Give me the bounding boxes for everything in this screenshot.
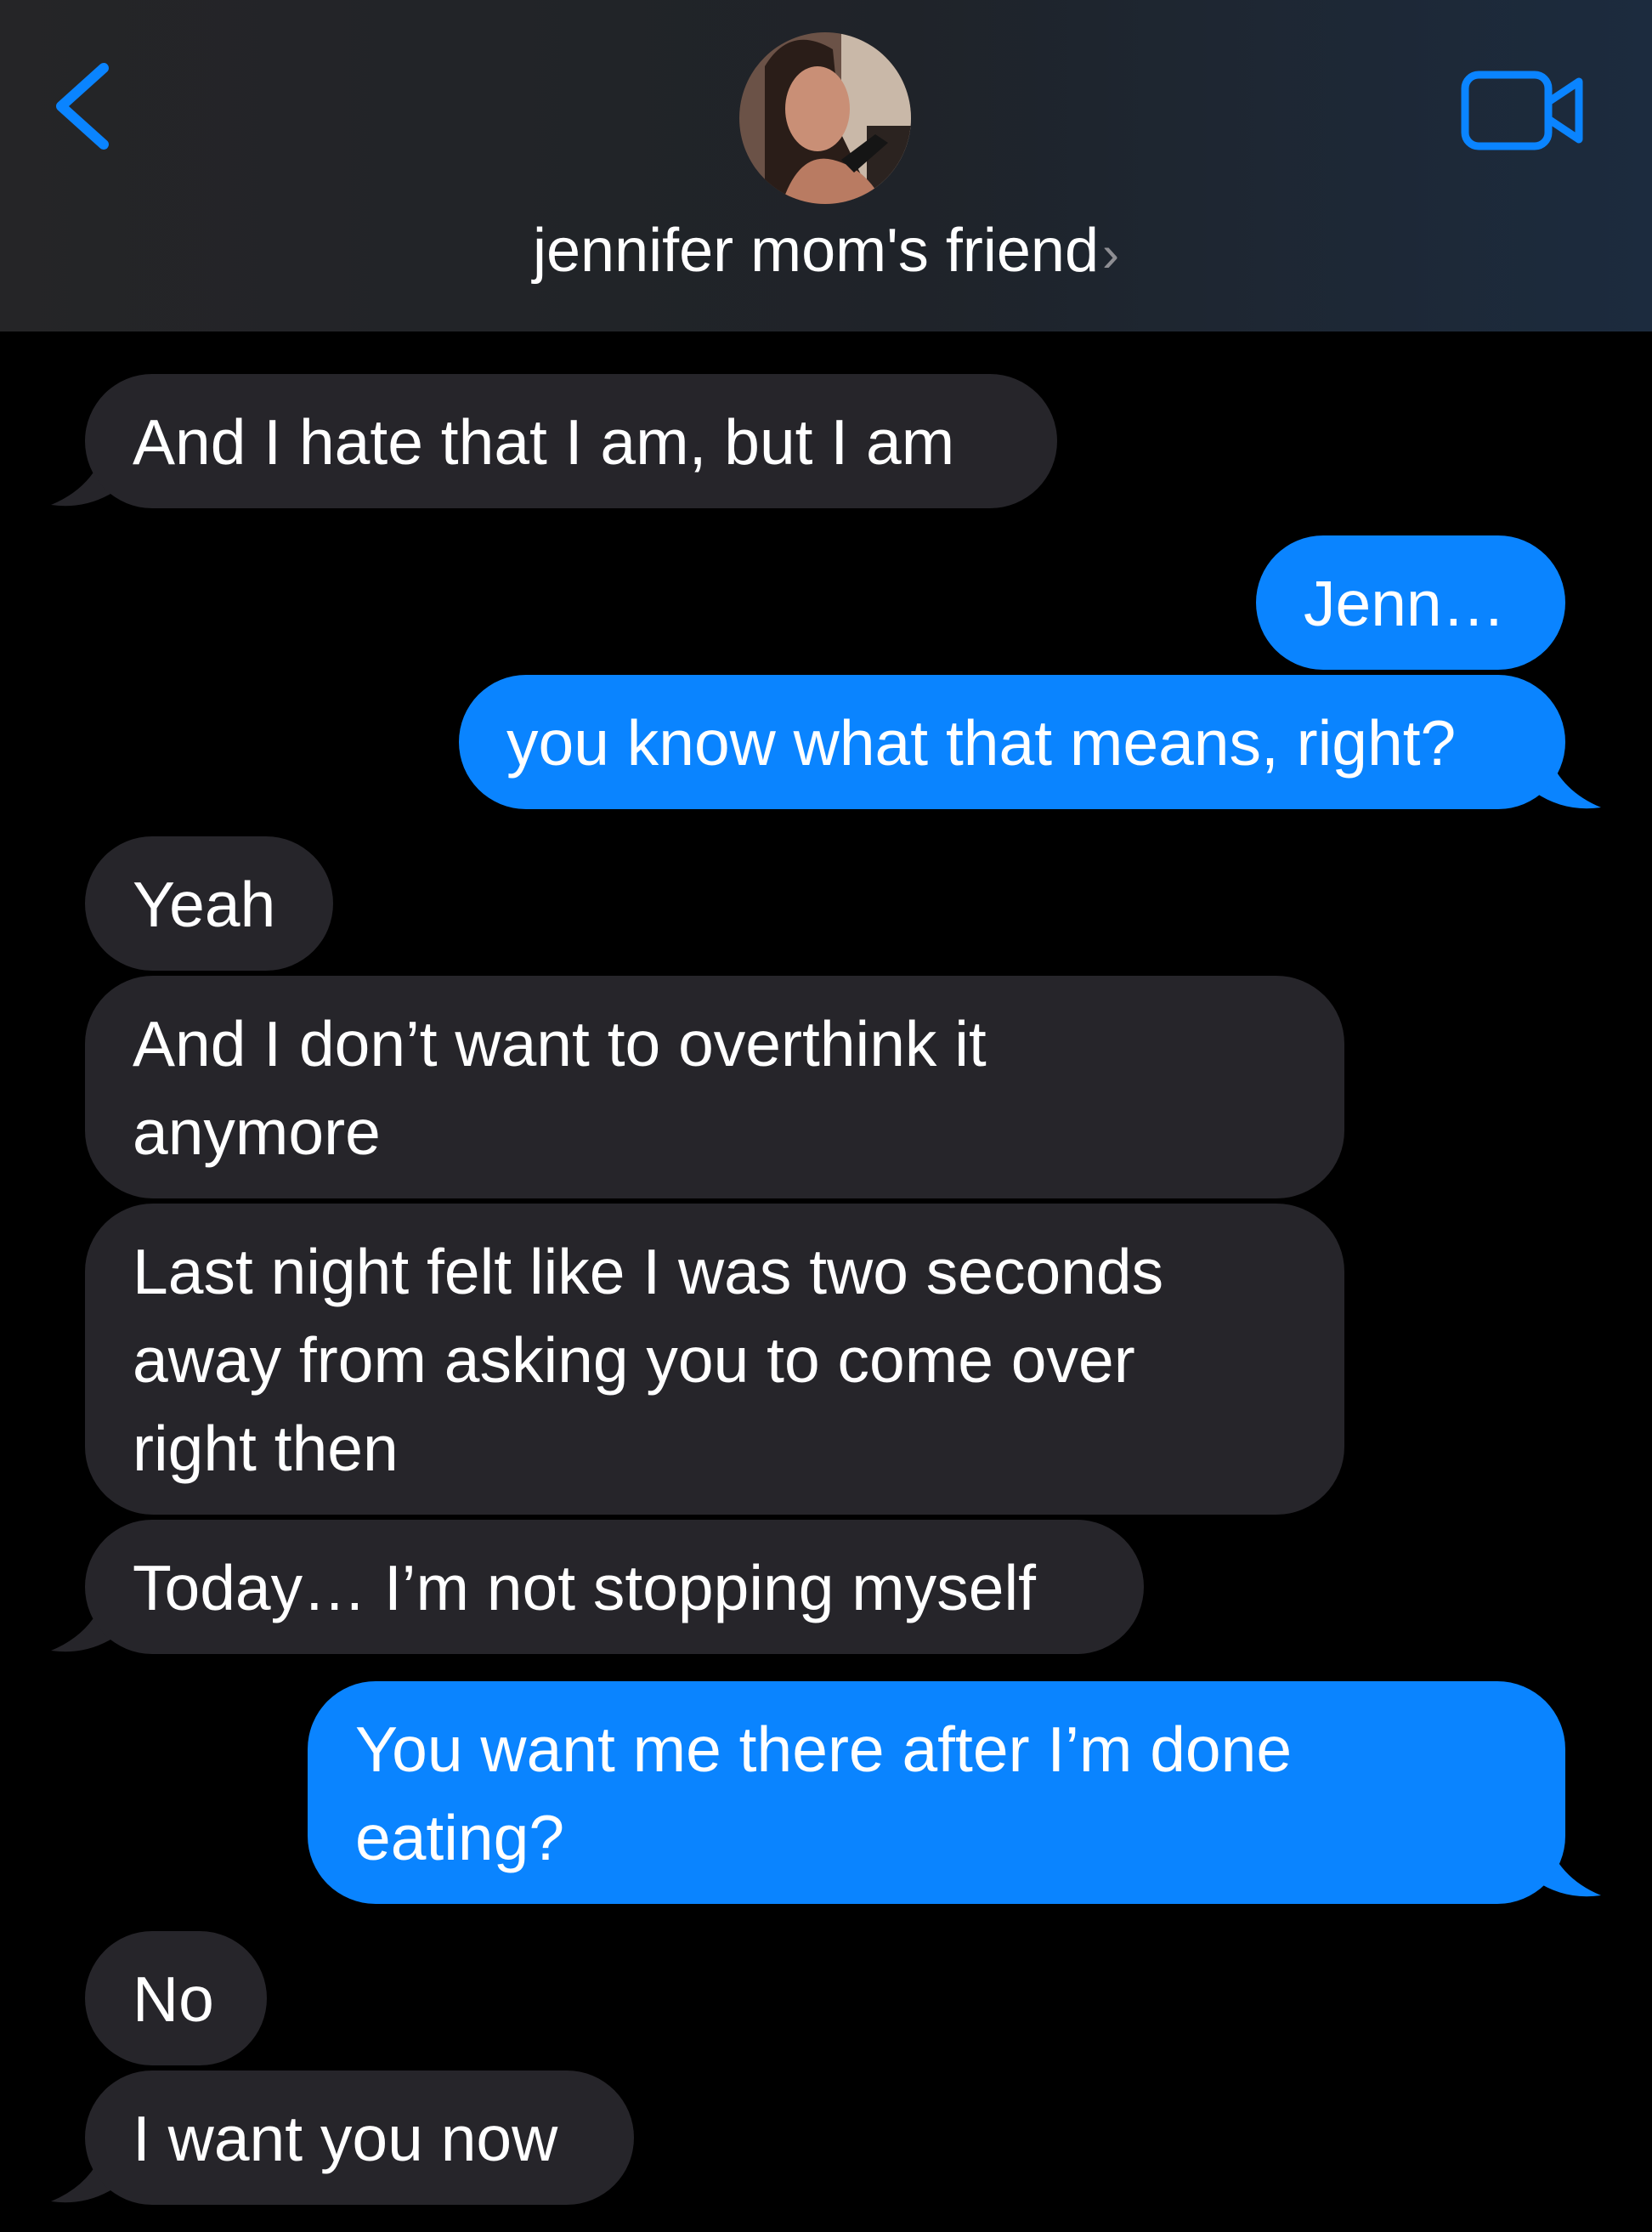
message-text-line: away from asking you to come over <box>133 1324 1135 1396</box>
message-text-line: anymore <box>133 1096 381 1168</box>
message-text: you know what that means, right? <box>506 707 1457 779</box>
message-text: Jenn… <box>1304 568 1506 639</box>
message-text: I want you now <box>133 2103 558 2174</box>
contact-name[interactable]: jennifer mom's friend› <box>0 212 1652 292</box>
avatar[interactable] <box>739 32 911 204</box>
message-bubble-received[interactable]: Last night felt like I was two seconds a… <box>85 1204 1344 1515</box>
conversation-header: jennifer mom's friend› <box>0 0 1652 331</box>
message-bubble-received[interactable]: Today… I’m not stopping myself <box>85 1520 1144 1654</box>
message-text-line: And I don’t want to overthink it <box>133 1008 987 1079</box>
video-camera-icon[interactable] <box>1460 68 1587 153</box>
message-bubble-received[interactable]: And I hate that I am, but I am <box>85 374 1057 508</box>
message-bubble-received[interactable]: I want you now <box>85 2071 634 2205</box>
contact-name-label: jennifer mom's friend <box>533 217 1099 285</box>
message-bubble-received[interactable]: Yeah <box>85 836 333 971</box>
message-text: Yeah <box>133 869 276 940</box>
message-bubble-sent[interactable]: you know what that means, right? <box>459 675 1565 809</box>
message-bubble-sent[interactable]: Jenn… <box>1256 535 1565 670</box>
message-text-line: right then <box>133 1413 399 1484</box>
message-text: No <box>133 1963 214 2035</box>
chevron-right-icon: › <box>1102 225 1119 282</box>
message-text: And I hate that I am, but I am <box>133 406 955 478</box>
message-bubble-received[interactable]: No <box>85 1931 267 2065</box>
message-text: Today… I’m not stopping myself <box>133 1552 1036 1623</box>
message-text-line: Last night felt like I was two seconds <box>133 1236 1164 1307</box>
message-bubble-received[interactable]: And I don’t want to overthink it anymore <box>85 976 1344 1198</box>
message-text-line: eating? <box>355 1802 565 1873</box>
chevron-left-icon[interactable] <box>49 59 117 153</box>
message-text-line: You want me there after I’m done <box>355 1714 1293 1785</box>
message-bubble-sent[interactable]: You want me there after I’m done eating? <box>308 1681 1565 1904</box>
